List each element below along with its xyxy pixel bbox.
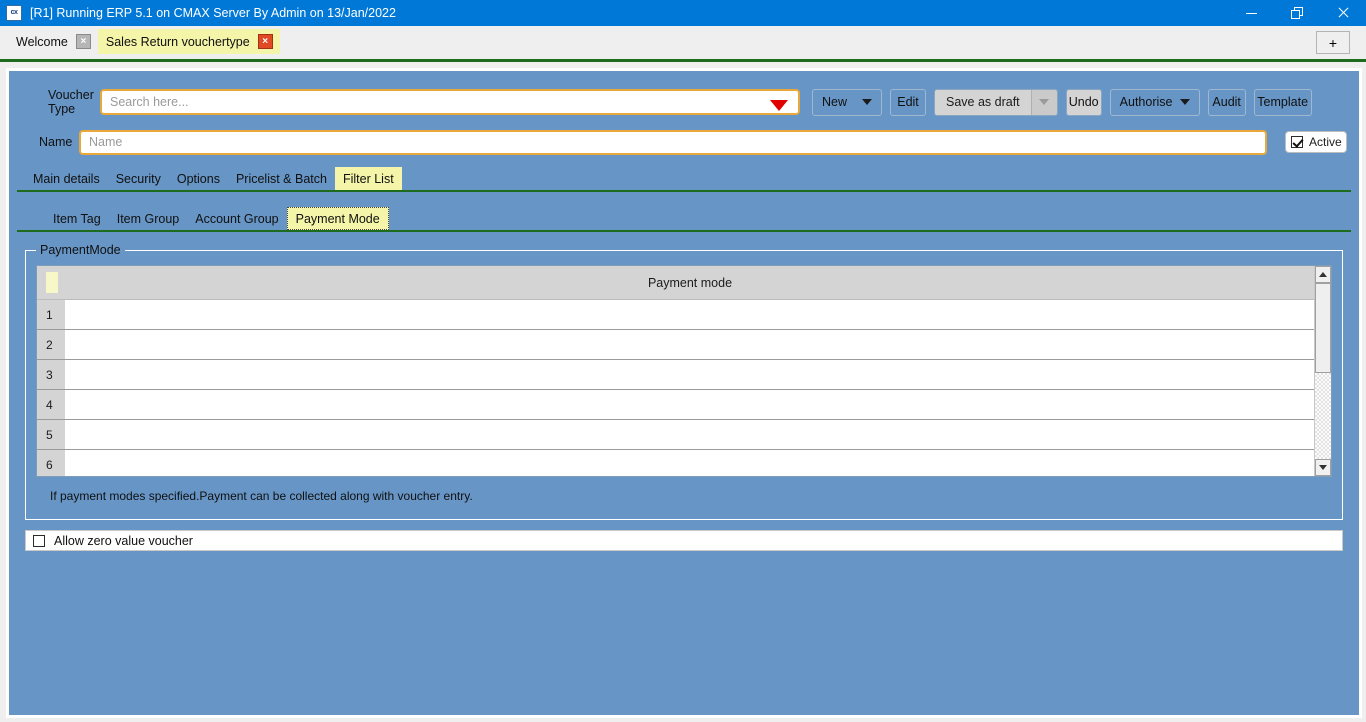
close-tab-icon[interactable]: ×	[257, 34, 273, 49]
template-button[interactable]: Template	[1253, 88, 1312, 116]
scroll-down-button[interactable]	[1315, 459, 1331, 476]
table-row[interactable]: 2	[37, 330, 1314, 360]
new-button-label: New	[822, 95, 848, 109]
tab-item-group[interactable]: Item Group	[109, 207, 188, 230]
cell-payment-mode[interactable]	[66, 450, 1314, 476]
maximize-button[interactable]	[1274, 0, 1320, 26]
table-row[interactable]: 4	[37, 390, 1314, 420]
document-tab-sales-return-vouchertype[interactable]: Sales Return vouchertype ×	[97, 29, 280, 54]
authorise-button-label: Authorise	[1119, 95, 1173, 109]
scroll-up-button[interactable]	[1315, 266, 1331, 283]
grid-corner-marker-icon	[45, 272, 58, 293]
tab-account-group[interactable]: Account Group	[187, 207, 286, 230]
cell-payment-mode[interactable]	[66, 360, 1314, 389]
voucher-type-panel: Voucher Type New Edit Save as draft Undo	[6, 68, 1362, 718]
scrollbar-thumb[interactable]	[1315, 283, 1331, 373]
close-icon	[1337, 7, 1349, 19]
voucher-type-search-wrap[interactable]	[100, 89, 800, 115]
name-row: Name Active	[17, 129, 1351, 155]
grid-body: 1 2 3 4 5 6	[37, 300, 1314, 476]
grid-main: Payment mode 1 2 3 4 5 6	[37, 266, 1314, 476]
grid-header-row: Payment mode	[37, 266, 1314, 300]
payment-mode-grid[interactable]: Payment mode 1 2 3 4 5 6	[36, 265, 1332, 477]
tab-options[interactable]: Options	[169, 167, 228, 190]
name-label: Name	[39, 135, 73, 149]
allow-zero-value-voucher-label: Allow zero value voucher	[54, 533, 193, 548]
tab-main-details[interactable]: Main details	[25, 167, 108, 190]
document-tab-label: Sales Return vouchertype	[105, 34, 250, 49]
dropdown-caret-icon[interactable]	[770, 100, 788, 111]
voucher-type-label: Voucher Type	[48, 88, 94, 116]
chevron-down-icon	[1039, 99, 1050, 105]
cell-payment-mode[interactable]	[66, 330, 1314, 359]
table-row[interactable]: 1	[37, 300, 1314, 330]
row-number: 3	[37, 360, 66, 389]
audit-button[interactable]: Audit	[1207, 88, 1246, 116]
document-tab-strip: Welcome × Sales Return vouchertype × +	[0, 26, 1366, 59]
authorise-button[interactable]: Authorise	[1109, 88, 1200, 116]
tab-security[interactable]: Security	[108, 167, 169, 190]
row-number: 4	[37, 390, 66, 419]
document-tab-welcome[interactable]: Welcome ×	[8, 29, 98, 54]
table-row[interactable]: 6	[37, 450, 1314, 476]
save-as-draft-dropdown-button[interactable]	[1030, 89, 1057, 115]
table-row[interactable]: 5	[37, 420, 1314, 450]
row-number: 1	[37, 300, 66, 329]
save-as-draft-button[interactable]: Save as draft	[935, 89, 1031, 115]
voucher-type-search-input[interactable]	[102, 91, 798, 113]
grid-column-header-payment-mode[interactable]: Payment mode	[66, 266, 1314, 299]
window-controls	[1228, 0, 1366, 26]
payment-mode-hint: If payment modes specified.Payment can b…	[50, 489, 473, 503]
name-input[interactable]	[79, 129, 1267, 155]
document-tab-label: Welcome	[16, 34, 68, 49]
allow-zero-value-voucher-row[interactable]: Allow zero value voucher	[25, 530, 1343, 551]
grid-vertical-scrollbar[interactable]	[1314, 266, 1331, 476]
payment-mode-group-title: PaymentMode	[36, 243, 125, 257]
minimize-icon	[1245, 12, 1257, 14]
close-button[interactable]	[1320, 0, 1366, 26]
chevron-down-icon	[1179, 99, 1190, 105]
row-number: 5	[37, 420, 66, 449]
active-checkbox[interactable]: Active	[1285, 131, 1347, 153]
minimize-button[interactable]	[1228, 0, 1274, 26]
restore-icon	[1290, 7, 1304, 19]
cell-payment-mode[interactable]	[66, 420, 1314, 449]
filter-sub-tab-row: Item Tag Item Group Account Group Paymen…	[17, 207, 1351, 232]
scrollbar-track[interactable]	[1315, 283, 1331, 459]
new-button[interactable]: New	[812, 88, 882, 116]
arrow-down-icon	[1319, 465, 1327, 470]
window-title: [R1] Running ERP 5.1 on CMAX Server By A…	[30, 6, 396, 20]
payment-mode-group: PaymentMode Payment mode 1 2 3 4 5 6 If …	[25, 243, 1343, 520]
workspace: Voucher Type New Edit Save as draft Undo	[0, 62, 1366, 718]
add-tab-button[interactable]: +	[1316, 31, 1350, 54]
tab-payment-mode[interactable]: Payment Mode	[286, 207, 389, 230]
close-tab-icon[interactable]: ×	[75, 34, 91, 49]
cell-payment-mode[interactable]	[66, 390, 1314, 419]
window-title-bar: cx [R1] Running ERP 5.1 on CMAX Server B…	[0, 0, 1366, 26]
voucher-type-row: Voucher Type New Edit Save as draft Undo	[17, 88, 1351, 116]
action-toolbar: New Edit Save as draft Undo Authorise Au…	[812, 88, 1312, 116]
active-label: Active	[1309, 135, 1342, 149]
arrow-up-icon	[1319, 272, 1327, 277]
tab-item-tag[interactable]: Item Tag	[45, 207, 109, 230]
tab-filter-list[interactable]: Filter List	[334, 167, 402, 190]
cell-payment-mode[interactable]	[66, 300, 1314, 329]
row-number: 6	[37, 450, 66, 476]
grid-select-all-cell[interactable]	[37, 266, 66, 299]
main-tab-row: Main details Security Options Pricelist …	[17, 167, 1351, 192]
save-as-draft-split-button[interactable]: Save as draft	[934, 88, 1058, 116]
tab-pricelist-and-batch[interactable]: Pricelist & Batch	[228, 167, 335, 190]
edit-button[interactable]: Edit	[890, 88, 926, 116]
table-row[interactable]: 3	[37, 360, 1314, 390]
checkbox-unchecked-icon[interactable]	[33, 534, 45, 547]
app-icon: cx	[6, 5, 22, 21]
row-number: 2	[37, 330, 66, 359]
checkbox-checked-icon	[1291, 136, 1303, 148]
undo-button[interactable]: Undo	[1065, 88, 1102, 116]
chevron-down-icon	[862, 99, 872, 105]
